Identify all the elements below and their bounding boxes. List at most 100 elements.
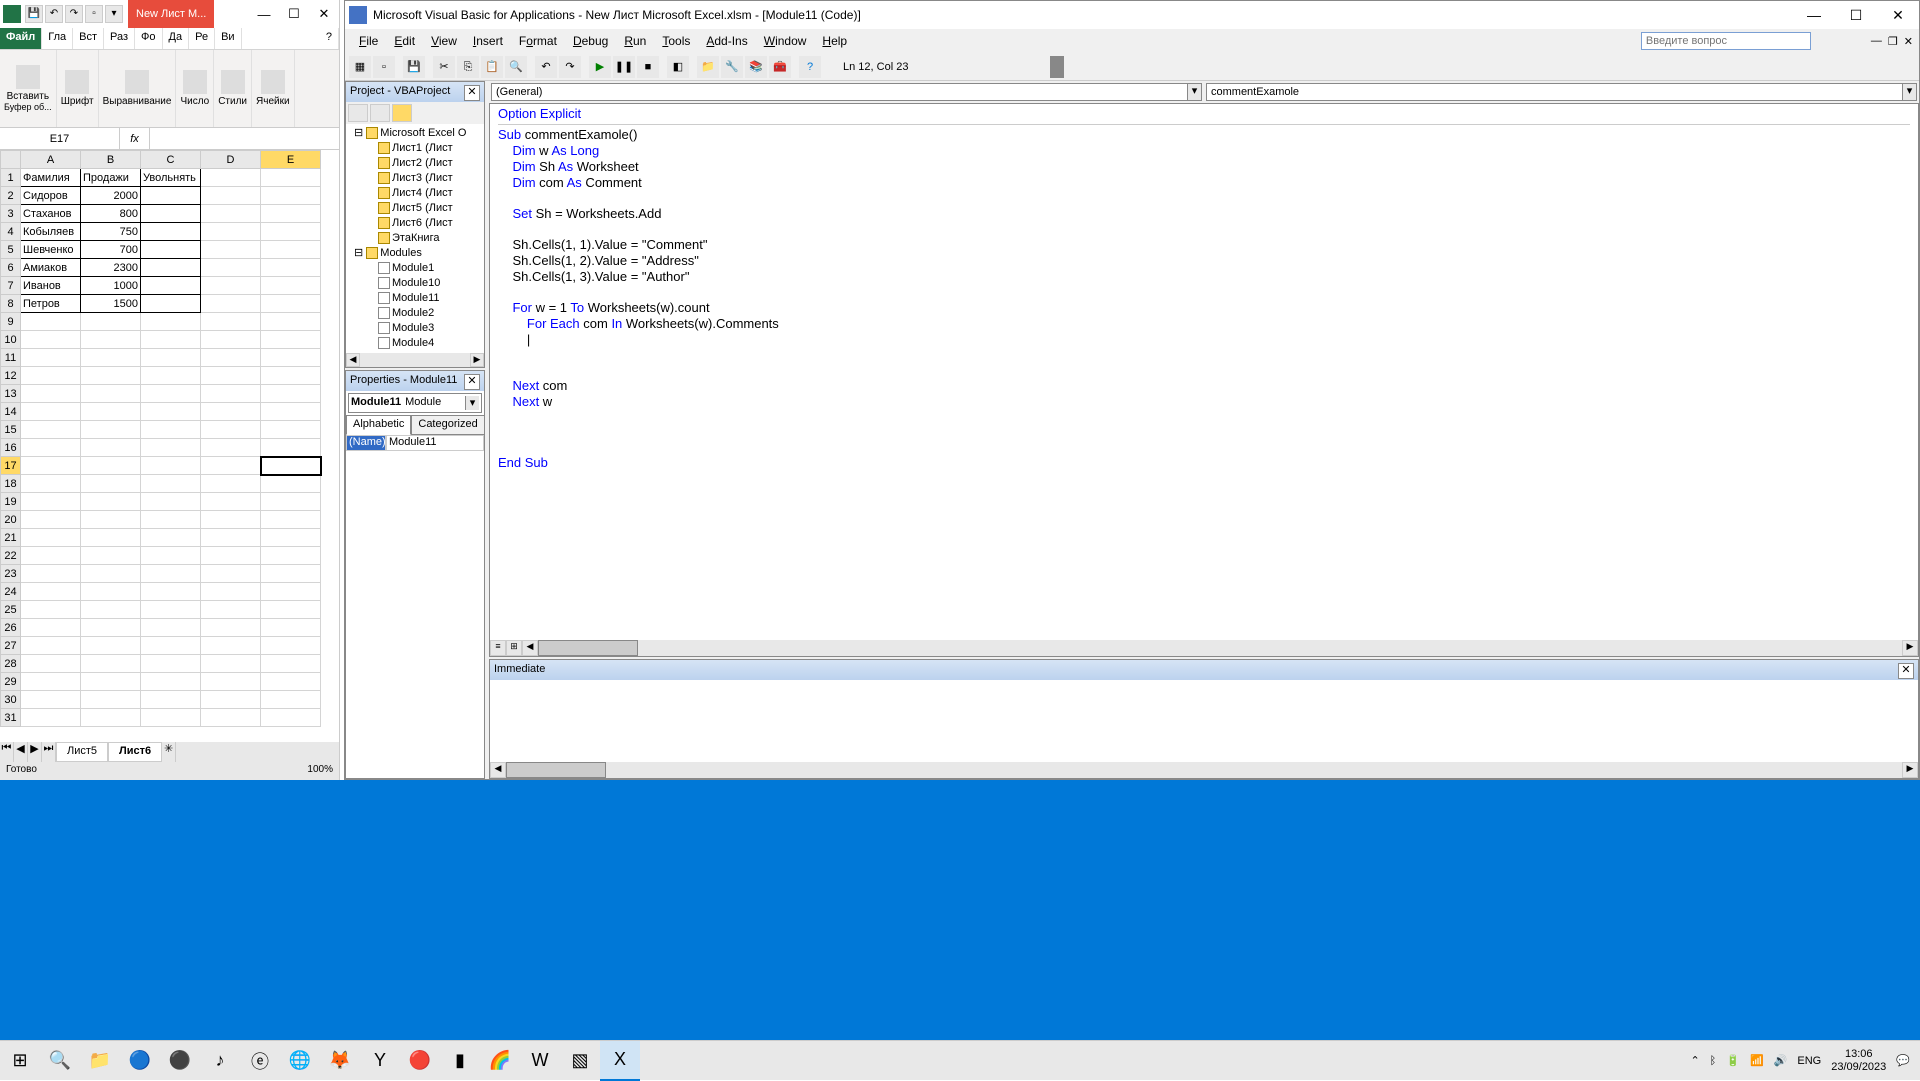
row-header[interactable]: 25 <box>1 601 21 619</box>
tree-node-module[interactable]: Module2 <box>348 306 482 321</box>
row-header[interactable]: 12 <box>1 367 21 385</box>
ribbon-tab-insert[interactable]: Вст <box>73 28 104 49</box>
formula-input[interactable] <box>150 128 339 149</box>
row-header[interactable]: 30 <box>1 691 21 709</box>
cell[interactable]: Увольнять <box>141 169 201 187</box>
menu-help[interactable]: Help <box>814 31 855 51</box>
tray-volume-icon[interactable]: 🔊 <box>1774 1054 1788 1067</box>
cell[interactable] <box>261 223 321 241</box>
immediate-hscroll[interactable]: ◀ ▶ <box>490 762 1918 778</box>
alignment-icon[interactable] <box>125 70 149 94</box>
cell[interactable] <box>81 547 141 565</box>
firefox-icon[interactable]: 🦊 <box>320 1041 360 1081</box>
cell[interactable] <box>81 493 141 511</box>
property-value[interactable]: Module11 <box>386 435 484 451</box>
cell[interactable] <box>141 547 201 565</box>
cell[interactable] <box>261 169 321 187</box>
ribbon-tab-layout[interactable]: Раз <box>104 28 135 49</box>
tray-chevron-icon[interactable]: ⌃ <box>1690 1054 1699 1067</box>
cell[interactable] <box>21 367 81 385</box>
cell[interactable]: Фамилия <box>21 169 81 187</box>
cell[interactable] <box>261 277 321 295</box>
procedure-view-icon[interactable]: ≡ <box>490 640 506 656</box>
scroll-left-icon[interactable]: ◀ <box>346 353 360 367</box>
cell[interactable] <box>201 367 261 385</box>
cell[interactable] <box>81 475 141 493</box>
hscroll-thumb[interactable] <box>538 640 638 656</box>
cell[interactable] <box>21 619 81 637</box>
cell[interactable] <box>201 187 261 205</box>
cell[interactable] <box>261 295 321 313</box>
cell[interactable] <box>261 349 321 367</box>
cell[interactable] <box>81 709 141 727</box>
row-header[interactable]: 19 <box>1 493 21 511</box>
tree-node-sheet[interactable]: Лист6 (Лист <box>348 216 482 231</box>
cell[interactable] <box>201 331 261 349</box>
menu-edit[interactable]: Edit <box>386 31 423 51</box>
row-header[interactable]: 21 <box>1 529 21 547</box>
cell[interactable] <box>21 691 81 709</box>
tb-help-icon[interactable]: ? <box>799 56 821 78</box>
cell[interactable] <box>141 637 201 655</box>
cell[interactable] <box>261 385 321 403</box>
cell[interactable] <box>201 349 261 367</box>
row-header[interactable]: 13 <box>1 385 21 403</box>
ie-icon[interactable]: ⓔ <box>240 1041 280 1081</box>
cell[interactable] <box>201 691 261 709</box>
cell[interactable] <box>201 403 261 421</box>
tray-network-icon[interactable]: 📶 <box>1750 1054 1764 1067</box>
cell[interactable] <box>81 655 141 673</box>
cell[interactable] <box>261 709 321 727</box>
properties-grid[interactable]: (Name) Module11 <box>346 435 484 778</box>
tb-break-icon[interactable]: ❚❚ <box>613 56 635 78</box>
tiktok-icon[interactable]: ♪ <box>200 1041 240 1081</box>
cell[interactable] <box>261 565 321 583</box>
tb-reset-icon[interactable]: ■ <box>637 56 659 78</box>
excel-close-icon[interactable]: ✕ <box>309 6 339 22</box>
project-close-icon[interactable]: ✕ <box>464 85 480 101</box>
menu-file[interactable]: FFileile <box>351 31 386 51</box>
tb-find-icon[interactable]: 🔍 <box>505 56 527 78</box>
zoom-level[interactable]: 100% <box>307 764 333 778</box>
object-dropdown[interactable]: (General) ▾ <box>491 83 1202 101</box>
full-view-icon[interactable]: ⊞ <box>506 640 522 656</box>
cell[interactable] <box>201 277 261 295</box>
cells-icon[interactable] <box>261 70 285 94</box>
new-sheet-icon[interactable]: ✳ <box>162 742 176 762</box>
cell[interactable] <box>81 691 141 709</box>
sheet-nav-last-icon[interactable]: ⏭ <box>42 742 56 762</box>
cell[interactable]: Продажи <box>81 169 141 187</box>
scroll-left-icon[interactable]: ◀ <box>490 762 506 778</box>
cell[interactable] <box>201 205 261 223</box>
cell[interactable] <box>201 313 261 331</box>
cell[interactable] <box>21 493 81 511</box>
cell[interactable] <box>261 439 321 457</box>
menu-window[interactable]: Window <box>756 31 815 51</box>
tb-properties-icon[interactable]: 🔧 <box>721 56 743 78</box>
cell[interactable] <box>141 439 201 457</box>
cell[interactable]: 1500 <box>81 295 141 313</box>
chevron-down-icon[interactable]: ▾ <box>1902 84 1916 100</box>
tray-battery-icon[interactable]: 🔋 <box>1726 1054 1740 1067</box>
tree-node-module[interactable]: Module4 <box>348 336 482 351</box>
row-header[interactable]: 18 <box>1 475 21 493</box>
cell[interactable]: 750 <box>81 223 141 241</box>
cell[interactable] <box>201 619 261 637</box>
row-header[interactable]: 31 <box>1 709 21 727</box>
child-restore-icon[interactable]: ❐ <box>1888 35 1898 48</box>
cell[interactable] <box>141 655 201 673</box>
row-header[interactable]: 11 <box>1 349 21 367</box>
qat-open-icon[interactable]: ▾ <box>105 5 123 23</box>
notifications-icon[interactable]: 💬 <box>1896 1054 1910 1067</box>
properties-tab-alphabetic[interactable]: Alphabetic <box>346 415 411 435</box>
sheet-nav-first-icon[interactable]: ⏮ <box>0 742 14 762</box>
cell[interactable] <box>261 655 321 673</box>
cell[interactable] <box>21 475 81 493</box>
row-header[interactable]: 14 <box>1 403 21 421</box>
menu-insert[interactable]: Insert <box>465 31 511 51</box>
ribbon-tab-formulas[interactable]: Фо <box>135 28 162 49</box>
tb-paste-icon[interactable]: 📋 <box>481 56 503 78</box>
cell[interactable] <box>21 403 81 421</box>
cell[interactable] <box>201 529 261 547</box>
chevron-down-icon[interactable]: ▾ <box>465 396 479 410</box>
